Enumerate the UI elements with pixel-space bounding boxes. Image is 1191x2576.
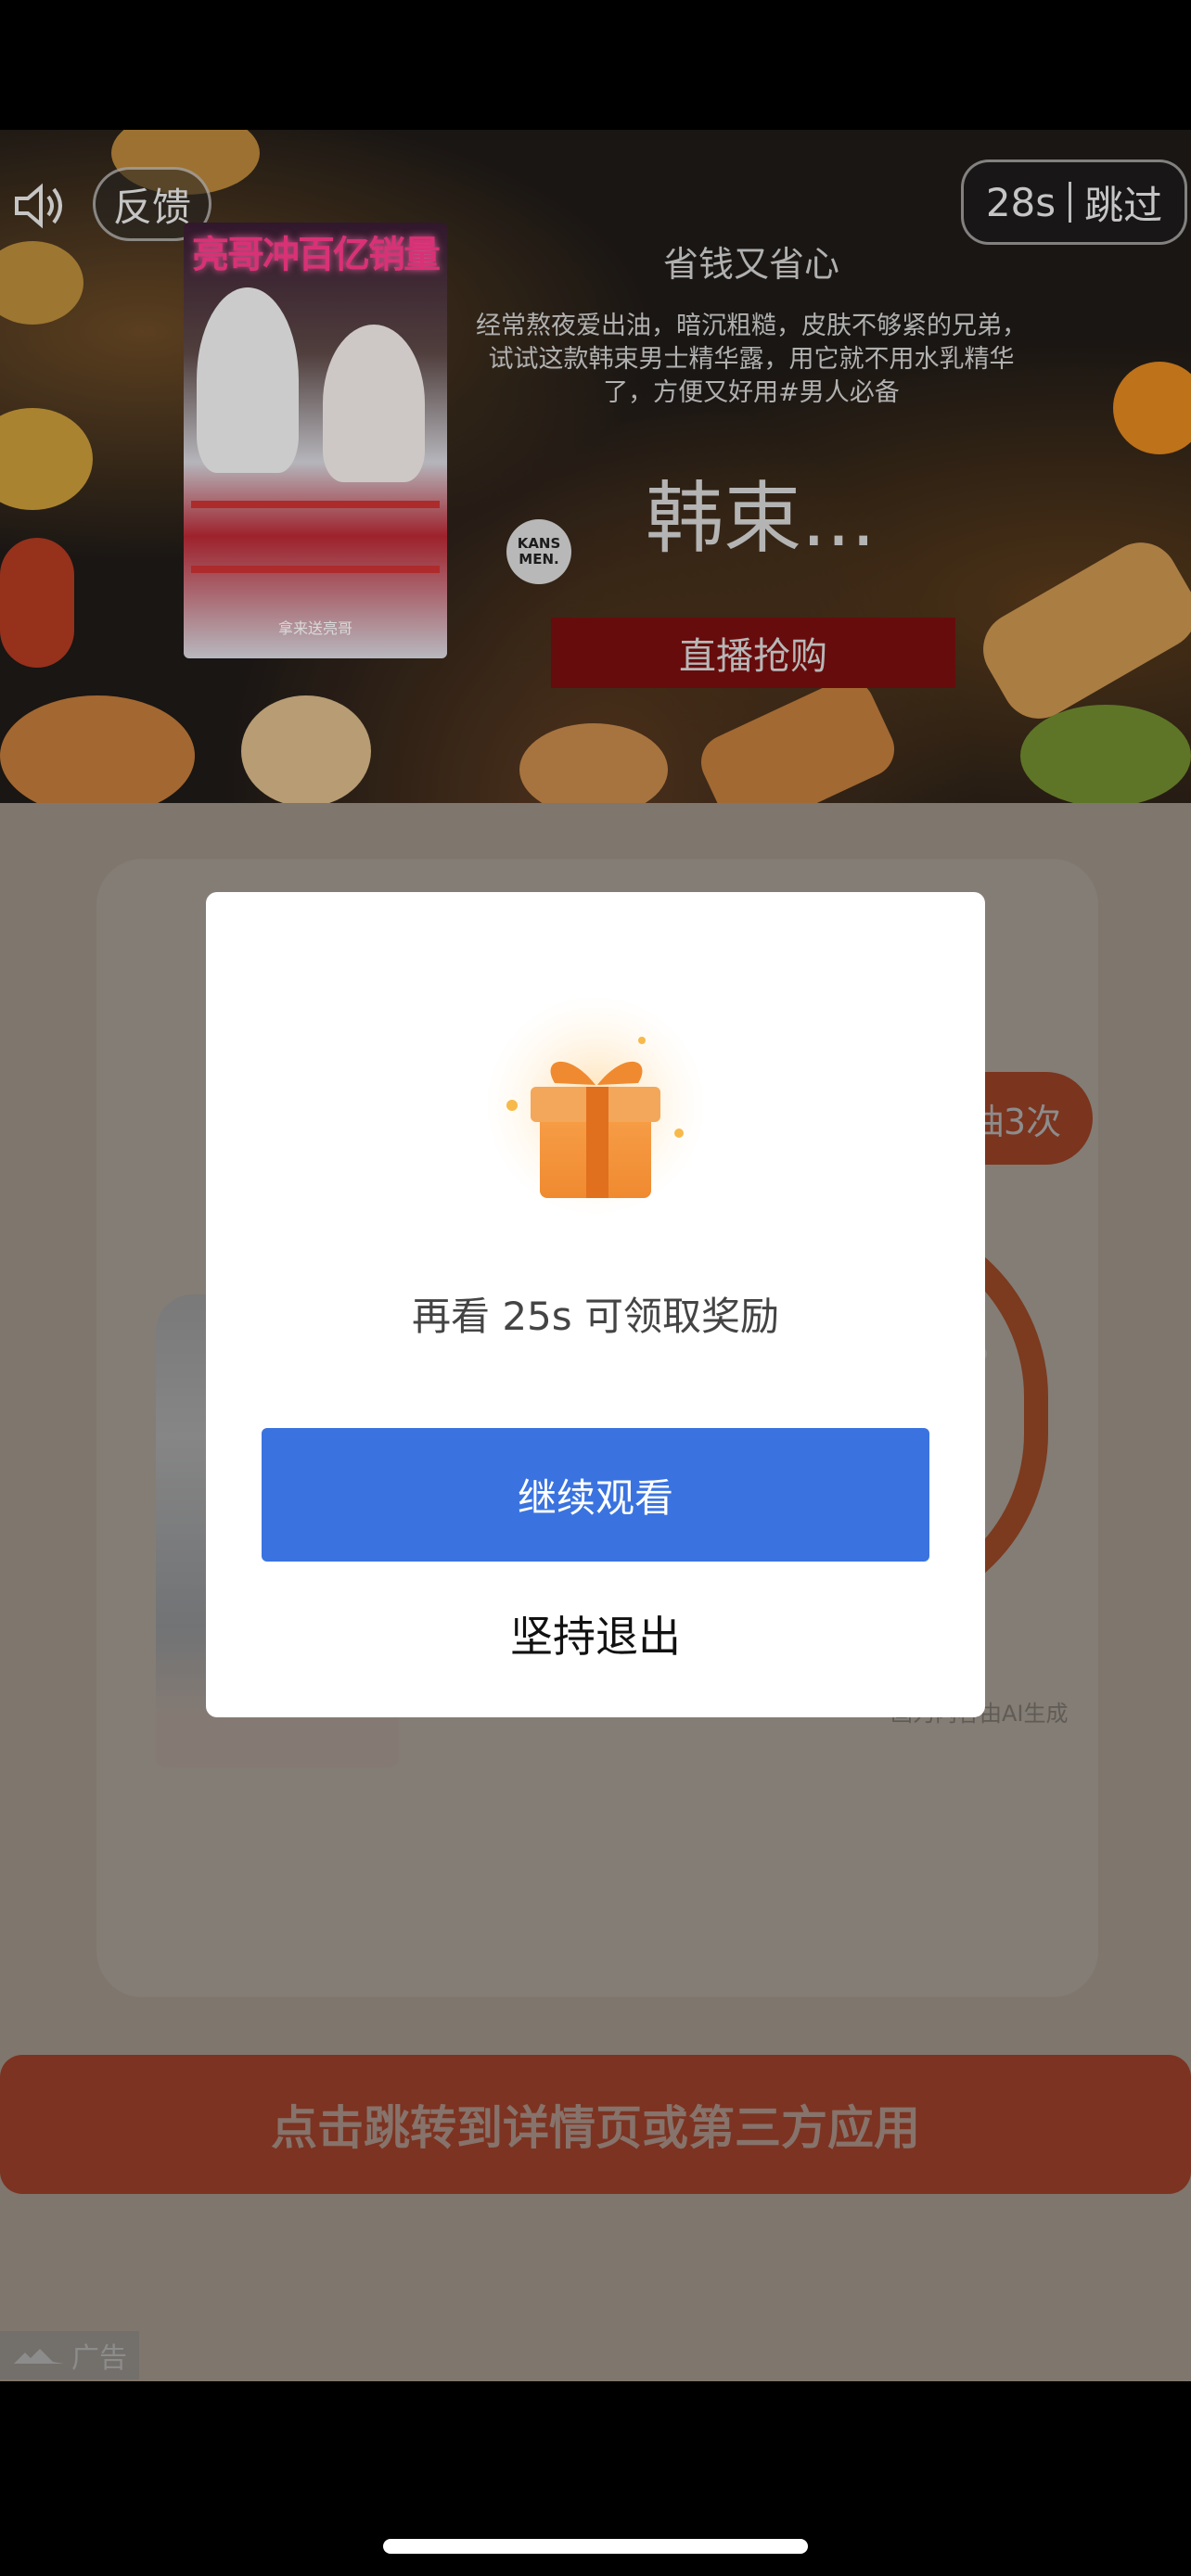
reward-dialog: 再看 25s 可领取奖励 继续观看 坚持退出 bbox=[206, 892, 985, 1717]
gift-box-icon bbox=[484, 994, 707, 1217]
video-dim-overlay bbox=[0, 130, 1191, 803]
exit-button[interactable]: 坚持退出 bbox=[262, 1589, 929, 1678]
reward-countdown-text: 再看 25s 可领取奖励 bbox=[411, 1294, 780, 1339]
home-indicator[interactable] bbox=[383, 2539, 808, 2554]
continue-watching-button[interactable]: 继续观看 bbox=[262, 1428, 929, 1562]
